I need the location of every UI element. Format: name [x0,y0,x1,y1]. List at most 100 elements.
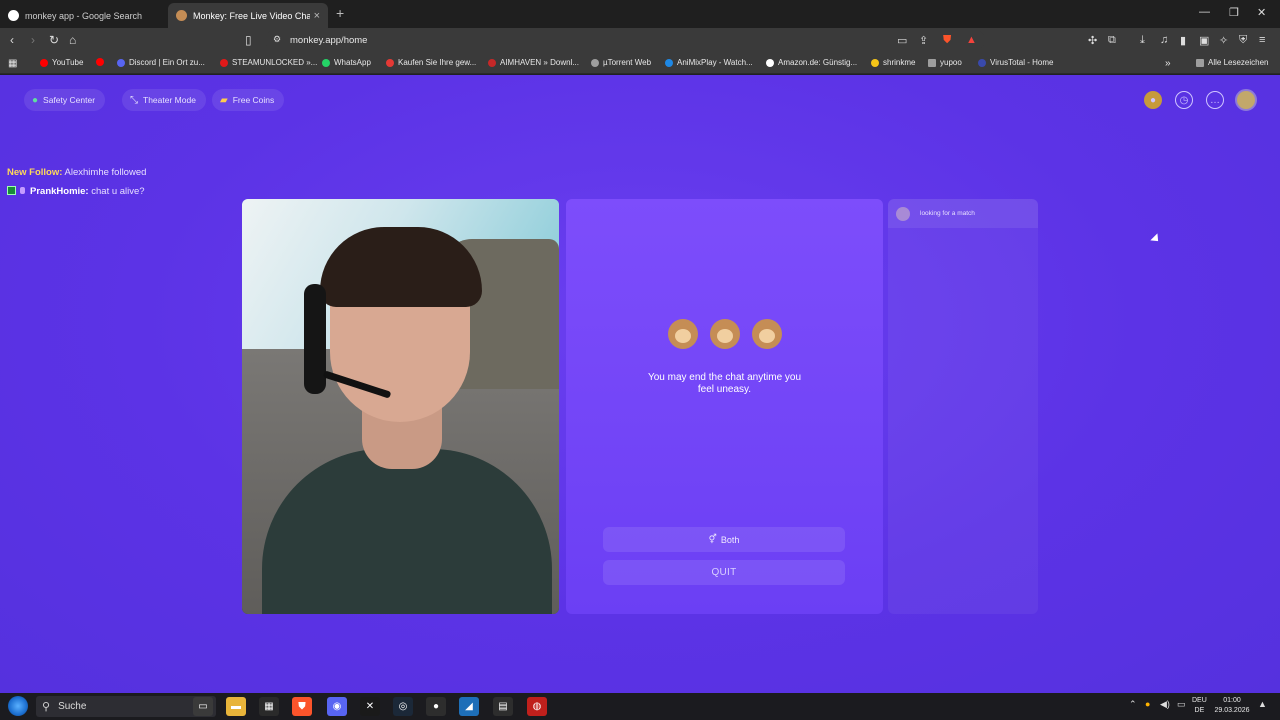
tray-overflow-icon[interactable]: ⌃ [1129,699,1137,710]
keyboard-code: DE [1194,707,1205,714]
app-icon[interactable]: ◍ [527,697,547,716]
brave-browser-icon[interactable]: ⛊ [292,697,312,716]
bookmark-aimhaven[interactable]: AIMHAVEN » Downl... [488,58,579,67]
new-tab-icon[interactable]: + [336,5,344,21]
bookmark-label: µTorrent Web [603,58,652,67]
bookmark-label: yupoo [940,58,962,67]
back-icon[interactable]: ‹ [10,33,14,47]
home-icon[interactable]: ⌂ [69,33,76,47]
restore-icon[interactable]: ❐ [1229,6,1239,19]
task-view-icon[interactable]: ▭ [193,697,213,716]
language-code: DEU [1192,697,1207,704]
forward-icon[interactable]: › [31,33,35,47]
bookmark-amazon[interactable]: Amazon.de: Günstig... [766,58,857,67]
download-icon[interactable]: ⤓ [1140,34,1145,47]
match-status-text: looking for a match [920,210,975,217]
safety-center-button[interactable]: ● Safety Center [24,89,106,111]
theater-mode-button[interactable]: ⤡ Theater Mode [122,89,206,111]
network-icon[interactable]: ▭ [1177,699,1186,710]
volume-icon[interactable]: ◀) [1160,699,1170,710]
close-tab-icon[interactable]: × [314,10,320,22]
monkey-app-page: ● Safety Center ⤡ Theater Mode ▰ Free Co… [0,75,1280,693]
search-icon: ⚲ [42,701,51,713]
app-icon[interactable]: ◢ [459,697,479,716]
free-coins-button[interactable]: ▰ Free Coins [212,89,285,111]
follow-prefix: New Follow: [7,167,63,178]
kaufen-icon [386,58,394,67]
apps-grid-icon[interactable]: ▦ [8,58,17,69]
reload-icon[interactable]: ↻ [49,33,59,47]
bookmark-label: VirusTotal - Home [990,58,1054,67]
steam-icon[interactable]: ◎ [393,697,413,716]
vpn-icon[interactable]: ⛨ [1239,34,1247,47]
menu-icon[interactable]: ≡ [1259,34,1265,46]
tab-google-search[interactable]: monkey app - Google Search [0,3,166,28]
date-text: 29.03.2026 [1214,707,1250,714]
history-icon[interactable]: ◷ [1175,91,1193,109]
gender-filter-button[interactable]: ⚥ Both [603,527,845,552]
wallet-icon[interactable]: ▣ [1199,34,1209,47]
shrinkme-icon [871,58,879,67]
more-bookmarks-icon[interactable]: » [1165,58,1171,69]
headset-shape [304,284,326,394]
taskbar-search[interactable]: ⚲ Suche [36,696,216,717]
address-bar[interactable] [265,30,985,50]
utorrent-icon [591,58,599,67]
bookmark-steamunlocked[interactable]: STEAMUNLOCKED »... [220,58,317,67]
bookmark-label: Kaufen Sie Ihre gew... [398,58,477,67]
app-icon[interactable]: ▤ [493,697,513,716]
bookmark-discord[interactable]: Discord | Ein Ort zu... [117,58,205,67]
close-window-icon[interactable]: ✕ [1257,6,1266,19]
match-panel: You may end the chat anytime you feel un… [566,199,883,614]
notifications-icon[interactable]: ▲ [1258,699,1267,709]
start-button[interactable] [8,696,28,716]
brave-rewards-icon[interactable]: ▲ [966,34,977,46]
bookmark-youtube-2[interactable] [96,58,108,66]
bookmark-virustotal[interactable]: VirusTotal - Home [978,58,1053,67]
bookmark-whatsapp[interactable]: WhatsApp [322,58,371,67]
tray-app-icon[interactable]: ● [1145,699,1150,709]
avatar[interactable] [1235,89,1257,111]
discord-icon [117,58,125,67]
see-no-evil-monkey-icon [667,319,698,349]
bookmark-shrinkme[interactable]: shrinkme [871,58,915,67]
all-bookmarks[interactable]: Alle Lesezeichen [1196,58,1268,67]
hear-no-evil-monkey-icon [709,319,740,349]
leo-icon[interactable]: ✧ [1219,34,1228,47]
browser-toolbar: ‹ › ↻ ⌂ ▯ ⚙ monkey.app/home ▭ ⇪ ⛊ ▲ ✣ ⧉ … [0,28,1280,52]
quit-button[interactable]: QUIT [603,560,845,585]
language-indicator[interactable]: DEU DE [1192,696,1207,716]
all-bookmarks-label: Alle Lesezeichen [1208,58,1269,67]
calculator-icon[interactable]: ▦ [259,697,279,716]
messages-icon[interactable]: … [1206,91,1224,109]
bookmark-kaufen[interactable]: Kaufen Sie Ihre gew... [386,58,476,67]
capcut-icon[interactable]: ✕ [360,697,380,716]
bookmarks-bar: ▦ YouTube Discord | Ein Ort zu... STEAMU… [0,52,1280,74]
steamunlocked-icon [220,58,228,67]
share-icon[interactable]: ⇪ [919,34,928,47]
bookmark-utorrent[interactable]: µTorrent Web [591,58,651,67]
file-explorer-icon[interactable]: ▬ [226,697,246,716]
obs-icon[interactable]: ● [426,697,446,716]
sidebar-icon[interactable]: ▮ [1180,34,1186,47]
site-info-icon[interactable]: ⚙ [273,34,281,45]
clock[interactable]: 01:00 29.03.2026 [1212,696,1252,716]
discord-app-icon[interactable]: ◉ [327,697,347,716]
media-icon[interactable]: ♫ [1160,34,1168,46]
bookmark-label: WhatsApp [334,58,371,67]
self-camera-video [242,199,559,614]
tab-search-icon[interactable]: ⧉ [1108,34,1116,47]
cast-icon[interactable]: ▭ [897,34,907,47]
tab-monkey[interactable]: Monkey: Free Live Video Chat × [168,3,328,28]
bookmark-yupoo[interactable]: yupoo [928,58,962,67]
bookmark-icon[interactable]: ▯ [245,33,252,47]
minimize-icon[interactable]: — [1199,6,1210,18]
monkey-icon [176,10,187,21]
shield-icon: ● [32,94,39,106]
extensions-icon[interactable]: ✣ [1088,34,1097,47]
quit-label: QUIT [711,567,737,578]
bookmark-animixplay[interactable]: AniMixPlay - Watch... [665,58,753,67]
bookmark-youtube[interactable]: YouTube [40,58,83,67]
coin-icon[interactable]: ● [1144,91,1162,109]
brave-shield-icon[interactable]: ⛊ [943,34,951,47]
